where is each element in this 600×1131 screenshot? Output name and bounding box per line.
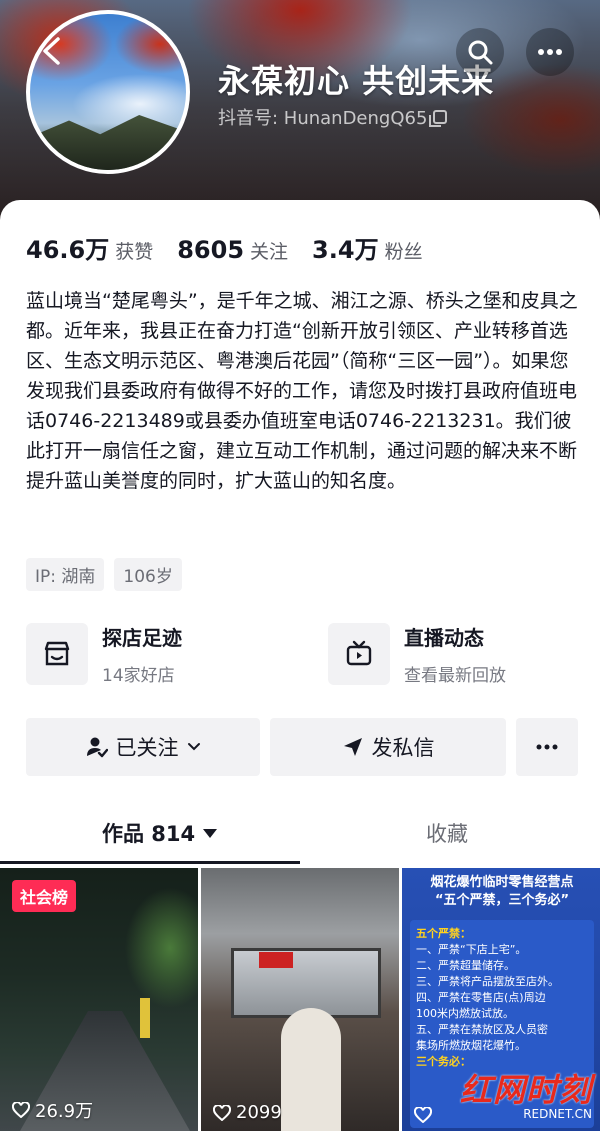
poster-subtitle: “五个严禁，三个务必”	[434, 893, 570, 908]
more-button[interactable]	[526, 28, 574, 76]
tab-works-label: 作品 814	[102, 822, 196, 846]
video-likes-count: 26.9万	[35, 1101, 94, 1122]
send-icon	[343, 738, 362, 756]
message-label: 发私信	[371, 736, 435, 760]
poster-line: 二、严禁超量储存。	[416, 959, 515, 972]
feature-row: 探店足迹 14家好店 直播动态 查看最新回放	[26, 622, 578, 686]
video-thumbnail[interactable]: 社会榜 26.9万	[0, 868, 198, 1131]
likes-count: 46.6万	[26, 236, 110, 264]
more-actions-button[interactable]	[516, 718, 578, 776]
followed-button[interactable]: 已关注	[26, 718, 260, 776]
tv-icon	[328, 623, 390, 685]
user-check-icon	[86, 737, 108, 758]
video-likes-count: 2099	[236, 1102, 282, 1123]
caret-down-icon	[203, 828, 218, 838]
poster-header: 烟花爆竹临时零售经营点 “五个严禁，三个务必”	[412, 874, 592, 910]
search-icon	[468, 40, 493, 65]
poster-heading: 五个严禁：	[416, 927, 471, 940]
live-updates-entry[interactable]: 直播动态 查看最新回放	[328, 622, 578, 686]
douyin-id: 抖音号: HunanDengQ65	[218, 108, 428, 129]
shop-icon	[26, 623, 88, 685]
content-tabs: 作品 814 收藏	[0, 804, 600, 864]
stats-row: 46.6万 获赞 8605 关注 3.4万 粉丝	[26, 230, 447, 265]
watermark-logo: 红网时刻 REDNET.CN	[460, 1065, 592, 1121]
more-icon	[536, 744, 558, 750]
watermark-main: 红网时刻	[459, 1071, 592, 1109]
action-row: 已关注 发私信	[26, 718, 578, 776]
live-updates-title: 直播动态	[404, 626, 484, 650]
poster-line: 四、严禁在零售店(点)周边	[416, 991, 546, 1004]
more-icon	[538, 49, 562, 55]
search-button[interactable]	[456, 28, 504, 76]
back-icon	[43, 37, 60, 65]
following-count[interactable]: 8605	[177, 236, 244, 264]
nickname: 永葆初心 共创未来	[218, 62, 495, 100]
likes-label: 获赞	[115, 241, 154, 263]
poster-line: 三、严禁将产品摆放至店外。	[416, 975, 559, 988]
poster-line: 100米内燃放试放。	[416, 1007, 514, 1020]
poster-line: 集场所燃放烟花爆竹。	[416, 1039, 526, 1052]
tab-works[interactable]: 作品 814	[102, 818, 218, 848]
heart-icon	[12, 1102, 30, 1118]
back-button[interactable]	[36, 36, 66, 66]
video-thumbnail[interactable]: 2099	[201, 868, 399, 1131]
chevron-down-icon	[187, 743, 200, 751]
shop-visits-title: 探店足迹	[102, 626, 182, 650]
followed-label: 已关注	[115, 736, 179, 760]
shop-visits-subtitle: 14家好店	[102, 666, 175, 686]
poster-line: 五、严禁在禁放区及人员密	[416, 1023, 548, 1036]
ip-location-tag: IP: 湖南	[26, 558, 105, 591]
following-label[interactable]: 关注	[250, 237, 288, 264]
douyin-id-row[interactable]: 抖音号: HunanDengQ65	[218, 104, 448, 130]
poster-line: 一、严禁“下店上宅”。	[416, 943, 527, 956]
bio-text: 蓝山境当“楚尾粤头”，是千年之城、湘江之源、桥头之堡和皮具之都。近年来，我县正在…	[26, 290, 578, 492]
heart-icon	[414, 1107, 432, 1123]
shop-visits-entry[interactable]: 探店足迹 14家好店	[26, 622, 276, 686]
video-likes	[414, 1107, 437, 1123]
live-updates-subtitle: 查看最新回放	[404, 666, 506, 686]
followers-label[interactable]: 粉丝	[385, 237, 423, 264]
active-tab-indicator	[0, 861, 300, 864]
poster-title: 烟花爆竹临时零售经营点	[430, 875, 574, 890]
age-tag: 106岁	[114, 558, 182, 591]
profile-card: 46.6万 获赞 8605 关注 3.4万 粉丝 蓝山境当“楚尾粤头”，是千年之…	[0, 200, 600, 1131]
tag-row: IP: 湖南 106岁	[26, 558, 182, 591]
followers-count[interactable]: 3.4万	[312, 230, 379, 265]
video-likes: 2099	[213, 1102, 282, 1123]
avatar[interactable]	[26, 10, 190, 174]
tab-favorites[interactable]: 收藏	[426, 818, 468, 848]
heart-icon	[213, 1104, 231, 1121]
copy-icon[interactable]	[429, 110, 448, 127]
ranking-badge: 社会榜	[12, 880, 77, 912]
video-likes: 26.9万	[12, 1097, 93, 1123]
message-button[interactable]: 发私信	[270, 718, 506, 776]
